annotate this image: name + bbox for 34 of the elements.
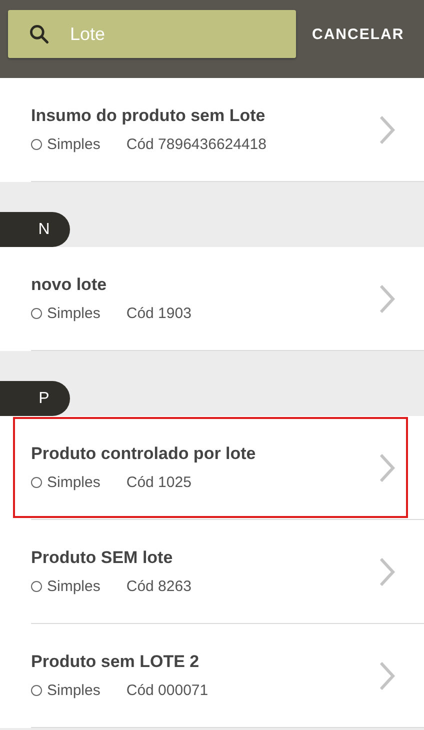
product-name: novo lote: [31, 275, 108, 295]
chevron-right-icon: [378, 660, 396, 692]
circle-icon: [31, 685, 42, 696]
product-code: Cód 1025: [126, 474, 192, 491]
product-type: Simples: [47, 682, 100, 699]
product-type: Simples: [47, 578, 100, 595]
section-letter: P: [0, 381, 70, 416]
product-code: Cód 1903: [126, 305, 192, 322]
search-icon: [28, 23, 50, 45]
product-name: Produto SEM lote: [31, 548, 174, 568]
cancel-button[interactable]: CANCELAR: [308, 24, 408, 45]
circle-icon: [31, 581, 42, 592]
chevron-right-icon: [378, 452, 396, 484]
circle-icon: [31, 139, 42, 150]
product-name: Produto controlado por lote: [31, 444, 256, 464]
product-name: Produto sem LOTE 2: [31, 652, 200, 672]
product-code: Cód 8263: [126, 578, 192, 595]
section-letter: N: [0, 212, 70, 247]
chevron-right-icon: [378, 114, 396, 146]
chevron-right-icon: [378, 282, 396, 314]
product-type: Simples: [47, 305, 100, 322]
circle-icon: [31, 308, 42, 319]
product-type: Simples: [47, 474, 100, 491]
product-row[interactable]: Insumo do produto sem Lote Simples Cód 7896436624418: [0, 78, 424, 182]
product-row[interactable]: Produto SEM lote Simples Cód 8263: [0, 520, 424, 624]
product-name: Insumo do produto sem Lote: [31, 106, 266, 126]
product-type: Simples: [47, 136, 100, 153]
product-row[interactable]: novo lote Simples Cód 1903: [0, 247, 424, 351]
circle-icon: [31, 477, 42, 488]
product-row[interactable]: Produto controlado por lote Simples Cód 1025: [0, 416, 424, 520]
product-row[interactable]: Produto sem LOTE 2 Simples Cód 000071: [0, 624, 424, 728]
chevron-right-icon: [378, 556, 396, 588]
product-code: Cód 7896436624418: [126, 136, 266, 153]
product-code: Cód 000071: [126, 682, 208, 699]
